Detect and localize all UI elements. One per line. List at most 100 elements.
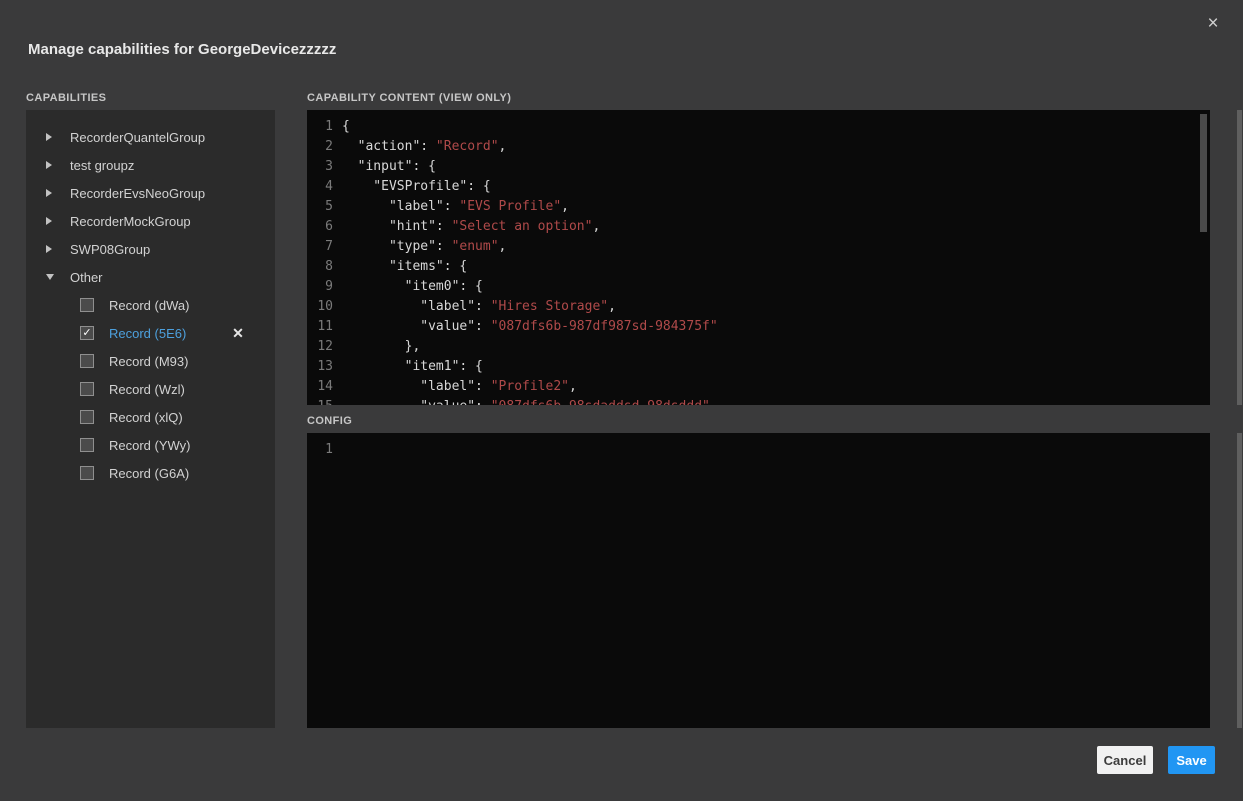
capability-content-label: CAPABILITY CONTENT (VIEW ONLY)	[307, 92, 511, 104]
capability-content-lines: 1{2 "action": "Record",3 "input": {4 "EV…	[307, 117, 1210, 405]
tree-group-label: RecorderEvsNeoGroup	[70, 186, 205, 201]
line-number: 3	[307, 157, 333, 177]
tree-group-label: RecorderQuantelGroup	[70, 130, 205, 145]
cancel-button[interactable]: Cancel	[1097, 746, 1153, 774]
checkbox-unchecked[interactable]	[80, 438, 94, 452]
checkbox-unchecked[interactable]	[80, 298, 94, 312]
tree-item-record-m93[interactable]: Record (M93)	[26, 347, 275, 375]
line-number: 9	[307, 277, 333, 297]
tree-item-record-ywy[interactable]: Record (YWy)	[26, 431, 275, 459]
line-number: 11	[307, 317, 333, 337]
line-number: 14	[307, 377, 333, 397]
remove-icon[interactable]: ✕	[229, 324, 247, 342]
checkbox-unchecked[interactable]	[80, 466, 94, 480]
chevron-right-icon	[46, 161, 70, 169]
line-number: 12	[307, 337, 333, 357]
code-line: 4 "EVSProfile": {	[307, 177, 1210, 197]
window-scrollbar-top[interactable]	[1237, 110, 1242, 405]
code-line: 2 "action": "Record",	[307, 137, 1210, 157]
checkbox-checked[interactable]: ✓	[80, 326, 94, 340]
code-line: 10 "label": "Hires Storage",	[307, 297, 1210, 317]
code-text	[333, 440, 342, 460]
tree-item-label: Record (YWy)	[109, 438, 191, 453]
code-line: 8 "items": {	[307, 257, 1210, 277]
code-text: "EVSProfile": {	[333, 177, 491, 197]
window-scrollbar-bottom[interactable]	[1237, 433, 1242, 728]
code-text: "label": "Hires Storage",	[333, 297, 616, 317]
code-line: 15 "value": "087dfs6b-98sdaddsd-98dsddd"…	[307, 397, 1210, 405]
tree-group-recorderquantelgroup[interactable]: RecorderQuantelGroup	[26, 123, 275, 151]
line-number: 8	[307, 257, 333, 277]
code-text: {	[333, 117, 350, 137]
tree-item-label: Record (5E6)	[109, 326, 186, 341]
tree-group-label: test groupz	[70, 158, 134, 173]
tree-group-other[interactable]: Other	[26, 263, 275, 291]
save-button[interactable]: Save	[1168, 746, 1215, 774]
code-text: "value": "087dfs6b-98sdaddsd-98dsddd",	[333, 397, 718, 405]
tree-item-record-wzl[interactable]: Record (Wzl)	[26, 375, 275, 403]
tree-item-record-xlq[interactable]: Record (xlQ)	[26, 403, 275, 431]
code-line: 12 },	[307, 337, 1210, 357]
tree-item-label: Record (dWa)	[109, 298, 189, 313]
line-number: 7	[307, 237, 333, 257]
capabilities-label: CAPABILITIES	[26, 92, 106, 104]
tree-item-record-dwa[interactable]: Record (dWa)	[26, 291, 275, 319]
tree-item-label: Record (M93)	[109, 354, 188, 369]
code-line: 1{	[307, 117, 1210, 137]
line-number: 10	[307, 297, 333, 317]
tree-group-label: SWP08Group	[70, 242, 150, 257]
config-lines: 1	[307, 440, 1210, 460]
line-number: 13	[307, 357, 333, 377]
checkbox-unchecked[interactable]	[80, 354, 94, 368]
chevron-right-icon	[46, 189, 70, 197]
code-text: "item1": {	[333, 357, 483, 377]
code-line: 13 "item1": {	[307, 357, 1210, 377]
code-text: "items": {	[333, 257, 467, 277]
code-text: "hint": "Select an option",	[333, 217, 600, 237]
code-text: "action": "Record",	[333, 137, 506, 157]
checkbox-unchecked[interactable]	[80, 410, 94, 424]
editor-scrollbar-thumb[interactable]	[1200, 114, 1207, 232]
code-line: 11 "value": "087dfs6b-987df987sd-984375f…	[307, 317, 1210, 337]
code-line: 3 "input": {	[307, 157, 1210, 177]
modal-title: Manage capabilities for GeorgeDevicezzzz…	[28, 41, 336, 58]
line-number: 15	[307, 397, 333, 405]
code-line: 6 "hint": "Select an option",	[307, 217, 1210, 237]
line-number: 5	[307, 197, 333, 217]
tree-group-test-groupz[interactable]: test groupz	[26, 151, 275, 179]
line-number: 6	[307, 217, 333, 237]
tree-group-recorderevsneogroup[interactable]: RecorderEvsNeoGroup	[26, 179, 275, 207]
tree-item-record-g6a[interactable]: Record (G6A)	[26, 459, 275, 487]
code-line: 9 "item0": {	[307, 277, 1210, 297]
chevron-down-icon	[46, 274, 70, 280]
code-text: "label": "Profile2",	[333, 377, 577, 397]
code-text: "label": "EVS Profile",	[333, 197, 569, 217]
tree-group-recordermockgroup[interactable]: RecorderMockGroup	[26, 207, 275, 235]
code-line: 14 "label": "Profile2",	[307, 377, 1210, 397]
code-text: "item0": {	[333, 277, 483, 297]
code-text: "value": "087dfs6b-987df987sd-984375f"	[333, 317, 718, 337]
line-number: 1	[307, 440, 333, 460]
checkbox-unchecked[interactable]	[80, 382, 94, 396]
capability-content-editor[interactable]: 1{2 "action": "Record",3 "input": {4 "EV…	[307, 110, 1210, 405]
code-text: },	[333, 337, 420, 357]
config-label: CONFIG	[307, 415, 352, 427]
tree-group-label: RecorderMockGroup	[70, 214, 191, 229]
code-text: "input": {	[333, 157, 436, 177]
code-line: 1	[307, 440, 1210, 460]
code-text: "type": "enum",	[333, 237, 506, 257]
tree-item-label: Record (xlQ)	[109, 410, 183, 425]
line-number: 2	[307, 137, 333, 157]
chevron-right-icon	[46, 245, 70, 253]
chevron-right-icon	[46, 217, 70, 225]
capabilities-tree: RecorderQuantelGroup test groupz RecorderE…	[26, 110, 275, 728]
code-line: 5 "label": "EVS Profile",	[307, 197, 1210, 217]
tree-item-record-5e6[interactable]: ✓ Record (5E6) ✕	[26, 319, 275, 347]
config-editor[interactable]: 1	[307, 433, 1210, 728]
tree-group-swp08group[interactable]: SWP08Group	[26, 235, 275, 263]
chevron-right-icon	[46, 133, 70, 141]
code-line: 7 "type": "enum",	[307, 237, 1210, 257]
tree-group-label: Other	[70, 270, 103, 285]
close-icon[interactable]: ×	[1202, 13, 1224, 35]
tree-item-label: Record (G6A)	[109, 466, 189, 481]
